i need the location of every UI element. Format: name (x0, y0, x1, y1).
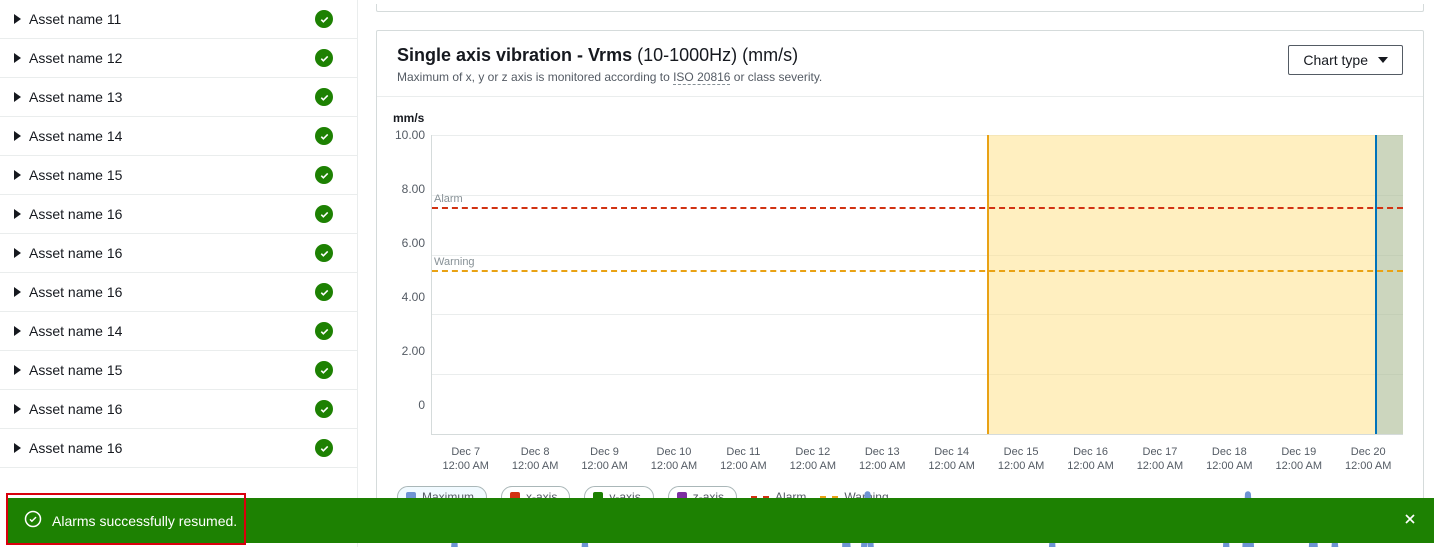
status-ok-icon (315, 322, 333, 340)
asset-row[interactable]: Asset name 11 (0, 0, 357, 39)
asset-name: Asset name 16 (29, 284, 122, 300)
warning-threshold-line: Warning (432, 270, 1403, 272)
caret-right-icon (14, 287, 21, 297)
caret-right-icon (14, 404, 21, 414)
panel-title: Single axis vibration - Vrms (10-1000Hz)… (397, 45, 822, 66)
caret-right-icon (14, 170, 21, 180)
asset-row[interactable]: Asset name 15 (0, 351, 357, 390)
status-ok-icon (315, 244, 333, 262)
y-tick-label: 0 (418, 398, 425, 412)
asset-row[interactable]: Asset name 15 (0, 156, 357, 195)
asset-name: Asset name 16 (29, 245, 122, 261)
vibration-chart-panel: Single axis vibration - Vrms (10-1000Hz)… (376, 30, 1424, 517)
caret-right-icon (14, 14, 21, 24)
status-ok-icon (315, 166, 333, 184)
chart-type-button[interactable]: Chart type (1288, 45, 1403, 75)
asset-name: Asset name 15 (29, 362, 122, 378)
asset-row[interactable]: Asset name 14 (0, 312, 357, 351)
y-axis: 02.004.006.008.0010.00 (395, 135, 431, 435)
asset-row[interactable]: Asset name 16 (0, 390, 357, 429)
status-ok-icon (315, 49, 333, 67)
asset-row[interactable]: Asset name 16 (0, 234, 357, 273)
asset-name: Asset name 11 (29, 11, 121, 27)
main-content: Single axis vibration - Vrms (10-1000Hz)… (358, 0, 1442, 547)
close-icon[interactable] (1402, 511, 1418, 530)
y-tick-label: 2.00 (402, 344, 425, 358)
y-tick-label: 4.00 (402, 290, 425, 304)
panel-subtitle: Maximum of x, y or z axis is monitored a… (397, 70, 822, 84)
status-ok-icon (315, 205, 333, 223)
asset-name: Asset name 13 (29, 89, 122, 105)
asset-name: Asset name 16 (29, 401, 122, 417)
asset-name: Asset name 16 (29, 440, 122, 456)
toast-message: Alarms successfully resumed. (52, 513, 237, 529)
caret-right-icon (14, 92, 21, 102)
asset-row[interactable]: Asset name 13 (0, 78, 357, 117)
asset-row[interactable]: Asset name 16 (0, 273, 357, 312)
caret-right-icon (14, 365, 21, 375)
caret-right-icon (14, 326, 21, 336)
status-ok-icon (315, 127, 333, 145)
status-ok-icon (315, 10, 333, 28)
caret-right-icon (14, 209, 21, 219)
caret-right-icon (14, 248, 21, 258)
caret-right-icon (14, 53, 21, 63)
status-ok-icon (315, 283, 333, 301)
asset-name: Asset name 12 (29, 50, 122, 66)
success-toast: Alarms successfully resumed. (8, 498, 1434, 543)
y-axis-unit: mm/s (393, 111, 1403, 125)
y-tick-label: 6.00 (402, 236, 425, 250)
asset-row[interactable]: Asset name 12 (0, 39, 357, 78)
asset-row[interactable]: Asset name 16 (0, 429, 357, 468)
asset-row[interactable]: Asset name 14 (0, 117, 357, 156)
highlight-band (987, 135, 1403, 434)
iso-link[interactable]: ISO 20816 (673, 70, 730, 85)
asset-name: Asset name 15 (29, 167, 122, 183)
y-tick-label: 10.00 (395, 128, 425, 142)
asset-name: Asset name 16 (29, 206, 122, 222)
previous-panel-edge (376, 4, 1424, 12)
caret-down-icon (1378, 57, 1388, 63)
alarm-threshold-line: Alarm (432, 207, 1403, 209)
caret-right-icon (14, 443, 21, 453)
asset-name: Asset name 14 (29, 323, 122, 339)
check-circle-icon (24, 510, 42, 531)
status-ok-icon (315, 88, 333, 106)
asset-row[interactable]: Asset name 16 (0, 195, 357, 234)
chart-cursor[interactable] (1375, 135, 1377, 434)
y-tick-label: 8.00 (402, 182, 425, 196)
caret-right-icon (14, 131, 21, 141)
asset-name: Asset name 14 (29, 128, 122, 144)
asset-sidebar: Asset name 11 Asset name 12 Asset name 1… (0, 0, 358, 547)
status-ok-icon (315, 400, 333, 418)
status-ok-icon (315, 361, 333, 379)
status-ok-icon (315, 439, 333, 457)
chart-plot-area[interactable]: Alarm Warning (431, 135, 1403, 435)
